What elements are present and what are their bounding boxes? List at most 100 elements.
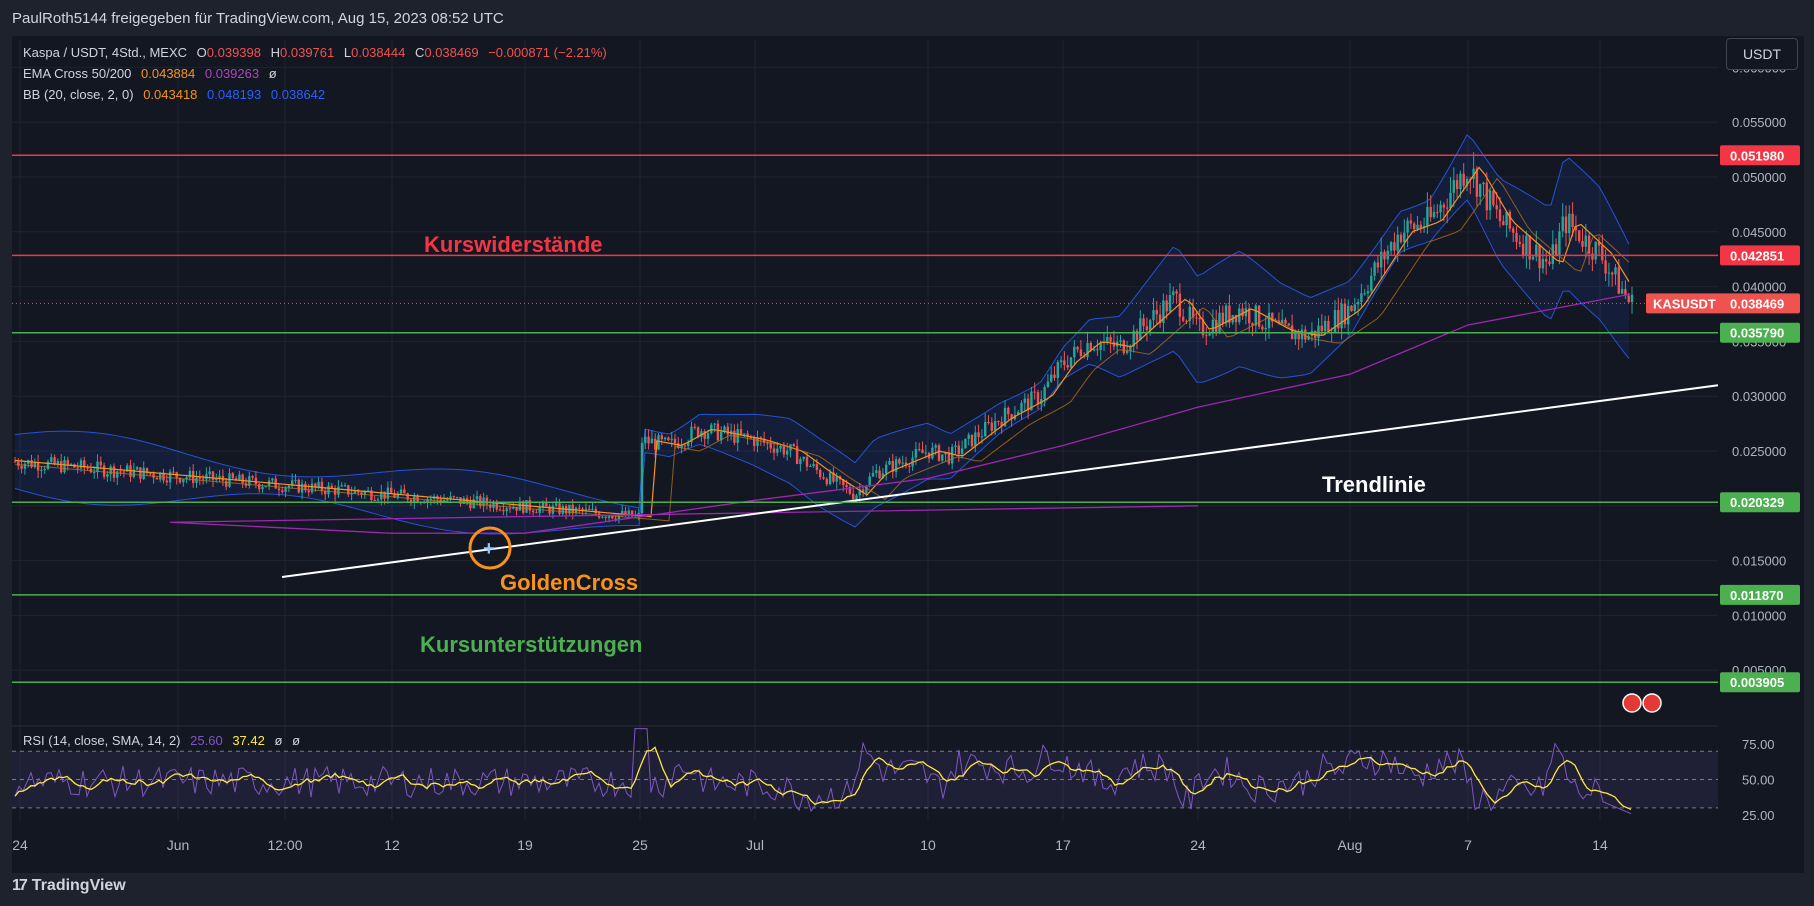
candle-body bbox=[1053, 374, 1056, 378]
candle-body bbox=[1515, 232, 1518, 242]
candle-body bbox=[1129, 346, 1132, 351]
candle-body bbox=[1564, 216, 1568, 234]
candle-body bbox=[868, 476, 871, 486]
candle-body bbox=[116, 471, 119, 478]
candle-body bbox=[1568, 213, 1571, 234]
candle-body bbox=[663, 437, 667, 440]
candle-body bbox=[1432, 212, 1436, 218]
candle-body bbox=[1165, 300, 1168, 312]
level-price-text: 0.011870 bbox=[1730, 588, 1784, 603]
candle-body bbox=[76, 467, 79, 469]
high-value: 0.039761 bbox=[280, 45, 335, 60]
candle-body bbox=[1257, 305, 1261, 327]
candle-body bbox=[647, 436, 650, 444]
price-tick-label: 0.010000 bbox=[1732, 608, 1786, 623]
candle-body bbox=[1340, 303, 1343, 329]
candle-body bbox=[1007, 407, 1010, 415]
candle-body bbox=[1333, 310, 1337, 333]
candle-body bbox=[337, 486, 340, 495]
candle-body bbox=[1620, 289, 1624, 294]
ema-slow-value: 0.039263 bbox=[204, 66, 260, 81]
candle-body bbox=[86, 467, 89, 469]
candle-body bbox=[888, 461, 891, 465]
candle-body bbox=[40, 469, 43, 471]
time-tick-label: 24 bbox=[12, 837, 28, 853]
candle-body bbox=[320, 481, 324, 491]
candle-body bbox=[1399, 234, 1403, 243]
price-axis[interactable]: 0.0050000.0100000.0150000.0200000.025000… bbox=[1622, 36, 1804, 873]
candle-body bbox=[135, 467, 139, 470]
candle-body bbox=[1439, 204, 1442, 213]
price-chart[interactable]: 0.0050000.0100000.0150000.0200000.025000… bbox=[0, 0, 1814, 906]
candle-body bbox=[390, 487, 393, 494]
time-tick-label: 10 bbox=[920, 837, 936, 853]
time-tick-label: 19 bbox=[517, 837, 533, 853]
candle-body bbox=[1092, 349, 1096, 351]
candle-body bbox=[502, 509, 505, 512]
legend-ema[interactable]: EMA Cross 50/200 0.043884 0.039263 ø bbox=[23, 66, 283, 81]
candle-body bbox=[1584, 235, 1587, 247]
candle-body bbox=[1561, 216, 1564, 232]
candle-body bbox=[970, 434, 974, 447]
rsi-label: RSI (14, close, SMA, 14, 2) bbox=[23, 733, 181, 748]
change-value: −0.000871 (−2.21%) bbox=[488, 45, 607, 60]
candle-body bbox=[743, 433, 746, 435]
tradingview-logo[interactable]: 17 TradingView bbox=[12, 877, 126, 895]
candle-body bbox=[50, 457, 53, 462]
candle-body bbox=[1036, 392, 1040, 405]
candle-body bbox=[1601, 245, 1604, 261]
candle-body bbox=[1475, 168, 1479, 197]
level-price-text: 0.042851 bbox=[1730, 248, 1784, 263]
candle-body bbox=[809, 466, 812, 468]
symbol-label[interactable]: Kaspa / USDT, 4Std., MEXC bbox=[23, 45, 187, 60]
candle-body bbox=[934, 445, 937, 448]
candle-body bbox=[779, 446, 782, 449]
candle-body bbox=[1495, 205, 1498, 210]
candle-body bbox=[1211, 320, 1215, 334]
candle-body bbox=[733, 430, 736, 443]
candle-body bbox=[845, 485, 848, 488]
candle-body bbox=[297, 479, 300, 493]
candle-body bbox=[1396, 234, 1399, 251]
legend-bb[interactable]: BB (20, close, 2, 0) 0.043418 0.048193 0… bbox=[23, 87, 331, 102]
ema-null-value: ø bbox=[268, 66, 277, 81]
candle-body bbox=[713, 423, 716, 425]
candle-body bbox=[1023, 398, 1026, 403]
candle-body bbox=[1267, 312, 1271, 328]
candle-body bbox=[1109, 337, 1112, 342]
candle-body bbox=[241, 474, 244, 484]
candle-body bbox=[1182, 316, 1185, 321]
candle-body bbox=[739, 429, 743, 435]
candle-body bbox=[505, 508, 508, 512]
candle-body bbox=[142, 467, 145, 479]
candle-body bbox=[1261, 326, 1264, 330]
candle-body bbox=[1066, 365, 1069, 368]
candle-body bbox=[60, 461, 63, 473]
candle-body bbox=[43, 469, 46, 471]
us-flag-icon[interactable] bbox=[1622, 693, 1642, 713]
candle-body bbox=[1360, 293, 1363, 302]
candle-body bbox=[327, 485, 330, 495]
candle-body bbox=[901, 462, 904, 464]
time-axis[interactable]: 24 Jun 12:00 12 19 25 Jul 10 17 24 Aug 7 14 bbox=[12, 837, 1608, 853]
candle-body bbox=[165, 480, 168, 483]
legend-rsi[interactable]: RSI (14, close, SMA, 14, 2) 25.60 37.42 … bbox=[23, 733, 306, 748]
price-tick-label: 0.030000 bbox=[1732, 389, 1786, 404]
bb-upper-value: 0.048193 bbox=[207, 87, 262, 102]
currency-button[interactable]: USDT bbox=[1726, 38, 1798, 70]
low-value: 0.038444 bbox=[351, 45, 406, 60]
candle-body bbox=[541, 502, 545, 508]
candle-body bbox=[1551, 244, 1554, 265]
candle-body bbox=[1079, 349, 1083, 357]
candle-body bbox=[1320, 325, 1323, 332]
time-tick-label: Aug bbox=[1338, 837, 1363, 853]
candle-body bbox=[852, 493, 855, 500]
candle-body bbox=[578, 507, 581, 509]
candle-body bbox=[254, 477, 258, 485]
golden-cross-annotation: GoldenCross bbox=[500, 570, 638, 595]
us-flag-icon[interactable] bbox=[1642, 693, 1662, 713]
candle-body bbox=[1630, 294, 1634, 303]
candle-body bbox=[987, 422, 990, 424]
close-value: 0.038469 bbox=[424, 45, 479, 60]
candle-body bbox=[657, 435, 660, 450]
